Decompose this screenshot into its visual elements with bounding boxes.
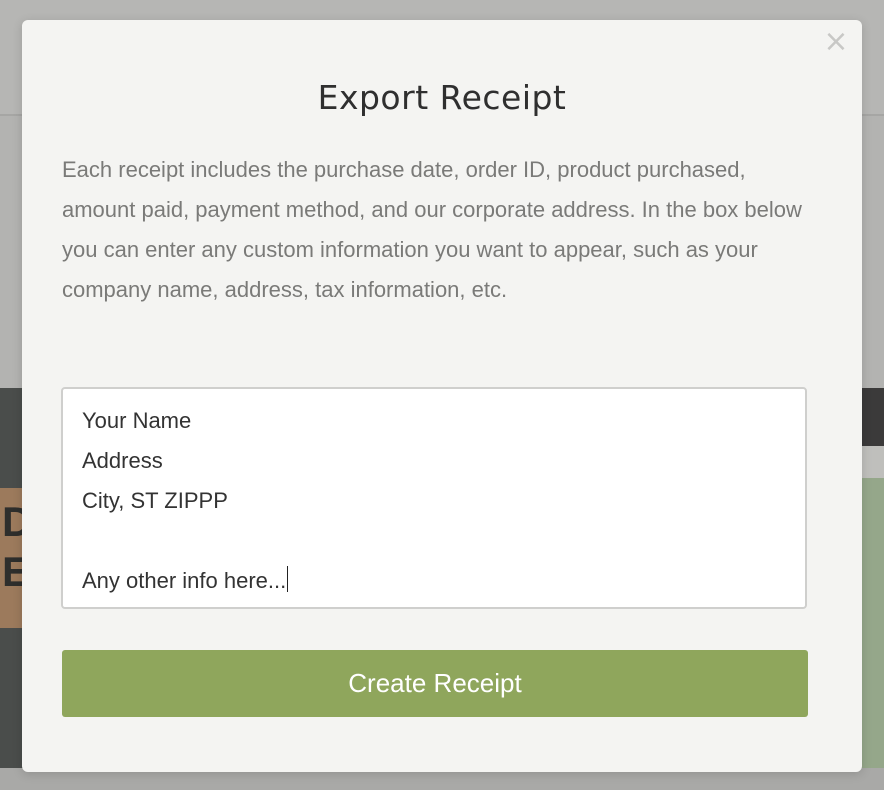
text-caret <box>287 566 289 592</box>
close-icon[interactable]: × <box>822 27 850 57</box>
textarea-line: Any other info here... <box>82 568 287 593</box>
modal-title: Export Receipt <box>317 78 567 117</box>
export-receipt-modal: × Export Receipt Each receipt includes t… <box>22 20 862 772</box>
textarea-line <box>82 521 786 561</box>
textarea-line: City, ST ZIPPP <box>82 488 228 513</box>
textarea-line: Address <box>82 448 163 473</box>
textarea-line-with-caret: Any other info here... <box>82 561 786 601</box>
textarea-line: Your Name <box>82 408 192 433</box>
create-receipt-button[interactable]: Create Receipt <box>62 650 808 717</box>
custom-info-textarea[interactable]: Your Name Address City, ST ZIPPP Any oth… <box>61 387 807 609</box>
modal-description: Each receipt includes the purchase date,… <box>62 157 802 302</box>
